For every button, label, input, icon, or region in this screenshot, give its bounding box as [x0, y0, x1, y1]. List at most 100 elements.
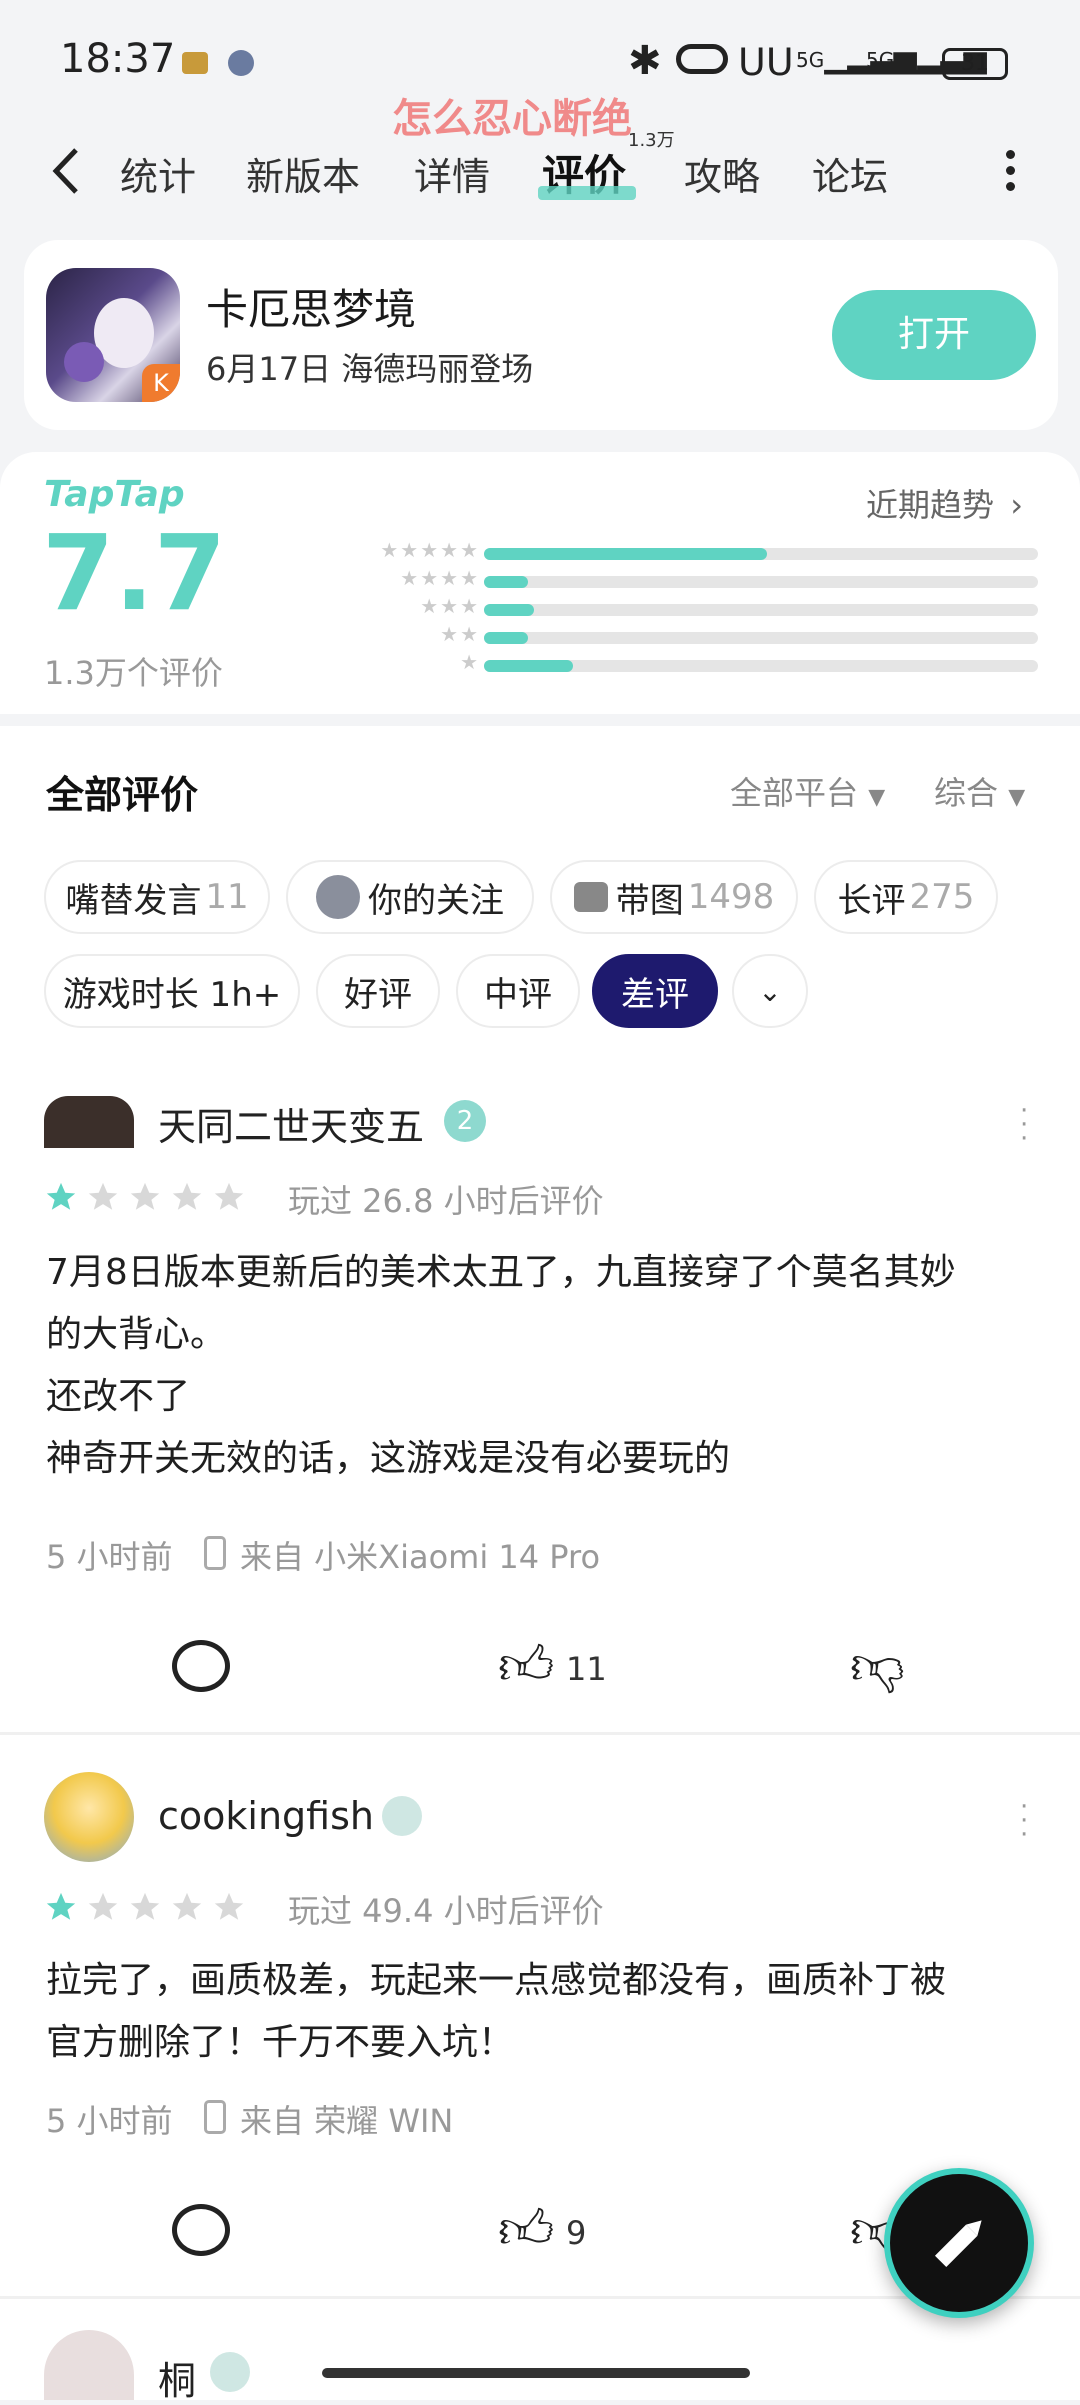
phone-icon: [204, 1536, 226, 1570]
star-icon: [44, 1180, 78, 1214]
platform-filter[interactable]: 全部平台 ▼: [730, 768, 885, 814]
distribution-fill: [484, 576, 529, 588]
review-divider: [0, 1732, 1080, 1735]
review-stars: [44, 1890, 254, 1928]
back-icon[interactable]: [48, 144, 88, 198]
tab-details[interactable]: 详情: [414, 146, 490, 201]
filter-chip-playtime[interactable]: 游戏时长 1h+: [44, 954, 300, 1028]
distribution-track: [484, 548, 1038, 560]
more-menu-icon[interactable]: [1006, 150, 1018, 194]
review-line: 的大背心。: [46, 1314, 227, 1355]
pencil-icon: [934, 2220, 982, 2268]
like-icon[interactable]: 👍︎: [498, 1634, 554, 1699]
gesture-bar: [322, 2368, 750, 2378]
filter-chip-label: 好评: [344, 974, 412, 1015]
tab-reviews-underline: [538, 186, 636, 200]
tab-guides[interactable]: 攻略: [684, 146, 760, 201]
distribution-row: ★: [330, 650, 1040, 676]
filter-chip-label: 带图: [615, 880, 684, 921]
review-username[interactable]: cookingfish: [158, 1794, 374, 1838]
distribution-track: [484, 604, 1038, 616]
tab-new-version[interactable]: 新版本: [246, 146, 360, 201]
filter-chip-neutral[interactable]: 中评: [456, 954, 580, 1028]
review-device: 来自 小米Xiaomi 14 Pro: [240, 1538, 601, 1576]
filter-chip-label: 中评: [484, 974, 552, 1015]
star-icon: [128, 1890, 162, 1924]
distribution-fill: [484, 604, 534, 616]
star-icon: [170, 1890, 204, 1924]
distribution-fill: [484, 660, 573, 672]
app-subtitle: 6月17日 海德玛丽登场: [206, 350, 534, 388]
write-review-button[interactable]: [884, 2168, 1034, 2318]
link-icon: [676, 44, 728, 74]
distribution-fill: [484, 632, 529, 644]
distribution-track: [484, 660, 1038, 672]
tab-reviews-badge: 1.3万: [628, 130, 675, 151]
distribution-stars: ★★★★★: [380, 538, 480, 562]
review-device: 来自 荣耀 WIN: [240, 2102, 454, 2140]
sort-filter[interactable]: 综合 ▼: [934, 768, 1025, 814]
review-playtime: 玩过 49.4 小时后评价: [288, 1892, 604, 1930]
distribution-stars: ★★★: [420, 594, 480, 618]
review-more-icon[interactable]: · · ·: [1020, 1794, 1030, 1848]
review-line: 还改不了: [46, 1376, 191, 1417]
battery-icon: 31: [942, 48, 1008, 80]
star-icon: [212, 1890, 246, 1924]
app-icon[interactable]: K: [46, 268, 180, 402]
reply-icon[interactable]: [172, 1640, 230, 1692]
distribution-row: ★★★: [330, 594, 1040, 620]
avatar[interactable]: [44, 2330, 134, 2400]
chevron-right-icon: ›: [1010, 486, 1023, 524]
distribution-stars: ★★: [440, 622, 480, 646]
distribution-fill: [484, 548, 767, 560]
filter-chip-following[interactable]: 你的关注: [286, 860, 534, 934]
distribution-track: [484, 632, 1038, 644]
star-icon: [128, 1180, 162, 1214]
like-icon[interactable]: 👍︎: [498, 2198, 554, 2263]
filter-chip-label: 嘴替发言: [65, 880, 202, 921]
recent-trend-link[interactable]: 近期趋势 ›: [866, 480, 1023, 526]
taptap-logo: TapTap: [44, 474, 185, 515]
filter-chip-positive[interactable]: 好评: [316, 954, 440, 1028]
filter-chip-label: 长评: [837, 880, 906, 921]
review-playtime: 玩过 26.8 小时后评价: [288, 1182, 604, 1220]
app-name: 卡厄思梦境: [206, 285, 417, 334]
rating-card: TapTap 7.7 1.3万个评价 近期趋势 › ★★★★★ ★★★★ ★★★ ★★…: [0, 452, 1080, 714]
filter-chip-label: 游戏时长 1h+: [62, 974, 282, 1015]
review-item: 天同二世天变五 2 · · · 玩过 26.8 小时后评价 7月8日版本更新后的美术…: [0, 1096, 1080, 1479]
reply-icon[interactable]: [172, 2204, 230, 2256]
expand-filters-button[interactable]: ⌄: [732, 954, 808, 1028]
avatar: [316, 875, 360, 919]
review-username[interactable]: 天同二世天变五: [158, 1096, 424, 1151]
filter-chip-with-images[interactable]: 带图 1498: [550, 860, 798, 934]
review-username[interactable]: 桐: [158, 2350, 196, 2405]
user-badge-icon: [382, 1796, 422, 1836]
review-body: 拉完了，画质极差，玩起来一点感觉都没有，画质补丁被 官方删除了！千万不要入坑！: [46, 1950, 1046, 2074]
filter-chip-label: 差评: [621, 974, 689, 1015]
like-count: 9: [566, 2214, 587, 2252]
review-more-icon[interactable]: · · ·: [1020, 1098, 1030, 1152]
recent-trend-label: 近期趋势: [866, 486, 995, 524]
open-button[interactable]: 打开: [832, 290, 1036, 380]
avatar[interactable]: [44, 1772, 134, 1862]
review-stars: [44, 1180, 254, 1218]
filter-chip-mouthpiece[interactable]: 嘴替发言 11: [44, 860, 270, 934]
reviews-title: 全部评价: [46, 773, 199, 817]
platform-filter-label: 全部平台: [730, 774, 859, 812]
caret-down-icon: ▼: [868, 785, 886, 810]
star-icon: [212, 1180, 246, 1214]
filter-chip-count: 275: [909, 877, 975, 917]
tab-stats[interactable]: 统计: [120, 146, 196, 201]
avatar[interactable]: [44, 1096, 134, 1148]
filter-chip-negative[interactable]: 差评: [592, 954, 718, 1028]
filter-chip-long-review[interactable]: 长评 275: [814, 860, 998, 934]
dislike-icon[interactable]: 👎︎: [850, 1634, 905, 1699]
status-time: 18:37: [60, 36, 176, 82]
distribution-row: ★★★★: [330, 566, 1040, 592]
review-line: 拉完了，画质极差，玩起来一点感觉都没有，画质补丁被: [46, 1960, 947, 2001]
review-line: 官方删除了！千万不要入坑！: [46, 2022, 515, 2063]
star-distribution: ★★★★★ ★★★★ ★★★ ★★ ★: [330, 538, 1040, 694]
tab-forum[interactable]: 论坛: [812, 146, 888, 201]
reviews-section: 全部评价 全部平台 ▼ 综合 ▼ 嘴替发言 11 你的关注 带图 1498 长评 27…: [0, 726, 1080, 2403]
star-icon: [86, 1890, 120, 1924]
